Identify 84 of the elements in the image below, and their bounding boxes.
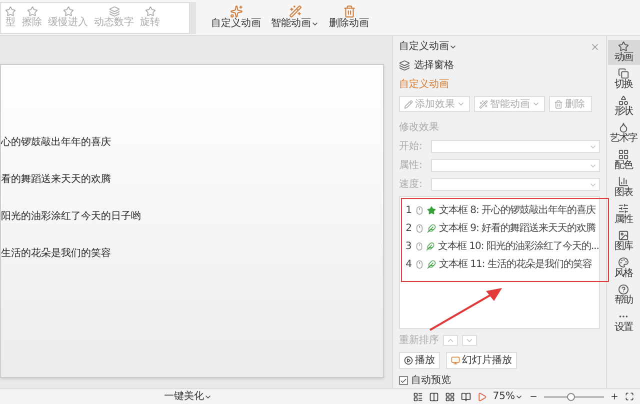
field-label: 开始:: [399, 140, 424, 154]
tab-icon: [618, 149, 629, 160]
sorter-view-icon[interactable]: [444, 392, 455, 402]
slider-thumb[interactable]: [567, 392, 575, 400]
tab-icon: [618, 284, 629, 295]
field-label: 属性:: [399, 158, 424, 173]
mouse-icon: [414, 242, 424, 251]
mouse-icon: [415, 206, 424, 215]
feather-icon: [427, 260, 436, 269]
effect-number: 3: [404, 240, 412, 254]
ribbon-button[interactable]: 自定义动画: [206, 5, 266, 30]
dropdown-field[interactable]: [431, 159, 600, 172]
tab-icon: [618, 41, 629, 52]
close-icon[interactable]: [590, 42, 600, 52]
ribbon-button[interactable]: 智能动画: [266, 5, 324, 30]
autopreview-checkbox[interactable]: 自动预览: [399, 373, 451, 388]
sidebar-tab[interactable]: 形状: [608, 94, 640, 119]
dropdown-field[interactable]: [431, 178, 600, 191]
slideshow-button[interactable]: 幻灯片播放: [446, 352, 517, 369]
sidebar-tab[interactable]: 风格: [608, 256, 640, 281]
slide-text[interactable]: 阳光的油彩涂红了今天的日子哟: [1, 209, 383, 224]
play-icon[interactable]: [476, 392, 487, 402]
tab-icon: [618, 95, 629, 106]
sidebar-tab[interactable]: 帮助: [608, 283, 640, 308]
reading-view-icon[interactable]: [460, 392, 471, 402]
play-button[interactable]: 播放: [399, 352, 440, 369]
tab-icon: [618, 176, 629, 187]
sidebar-tab[interactable]: 切换: [608, 67, 640, 92]
slide-text[interactable]: 生活的花朵是我们的笑容: [1, 246, 383, 261]
sidebar-tab[interactable]: 配色: [608, 148, 640, 173]
check-icon: [400, 376, 407, 384]
effect-label: 文本框 9: 好看的舞蹈送来天天的欢腾: [439, 222, 596, 236]
caret-icon: [311, 20, 319, 28]
sidebar-tab[interactable]: 设置: [608, 310, 640, 335]
gallery-scroll-handle[interactable]: [190, 2, 196, 34]
dropdown-field[interactable]: [431, 140, 600, 153]
effect-number: 2: [404, 222, 412, 236]
screen-icon: [451, 356, 460, 365]
sidebar-tab[interactable]: 动画: [608, 40, 640, 65]
reorder-label: 重新排序: [399, 334, 439, 348]
sidebar-tab[interactable]: 艺术字: [608, 121, 640, 146]
ribbon-button[interactable]: 删除动画: [324, 5, 374, 30]
effect-label: 文本框 8: 开心的锣鼓敲出年年的喜庆: [439, 204, 596, 218]
effect-label: 文本框 10: 阳光的油彩涂红了今天的...: [438, 240, 599, 254]
slide-text[interactable]: 心的锣鼓敲出年年的喜庆: [1, 135, 383, 150]
zoom-level[interactable]: 75%: [492, 390, 523, 402]
select-pane-button[interactable]: 选择窗格: [399, 58, 454, 73]
sidebar-tab[interactable]: 图库: [608, 229, 640, 254]
sidebar-tab[interactable]: 图表: [608, 175, 640, 200]
beautify-button[interactable]: 一键美化: [164, 390, 212, 402]
tab-icon: [618, 203, 629, 214]
effect-item[interactable]: 3 文本框 10: 阳光的油彩涂红了今天的...: [404, 239, 599, 254]
feather-icon: [427, 224, 436, 233]
play-icon: [404, 356, 413, 365]
normal-view-icon[interactable]: [428, 392, 439, 402]
effect-item[interactable]: 4 文本框 11: 生活的花朵是我们的笑容: [404, 257, 599, 272]
field-label: 速度:: [399, 178, 424, 192]
effect-item[interactable]: 2 文本框 9: 好看的舞蹈送来天天的欢腾: [404, 221, 599, 236]
effect-label: 文本框 11: 生活的花朵是我们的笑容: [439, 258, 592, 272]
feather-icon: [426, 242, 435, 251]
zoom-in-icon[interactable]: [610, 392, 619, 401]
caret-icon: [457, 100, 465, 108]
tool-icon: [554, 100, 563, 108]
mouse-icon: [415, 224, 424, 233]
effect-number: 4: [404, 258, 412, 272]
layers-icon: [399, 60, 410, 71]
modify-heading: 修改效果: [399, 121, 439, 135]
sidebar-tab[interactable]: 属性: [608, 202, 640, 227]
notes-icon[interactable]: [412, 392, 423, 402]
tab-icon: [618, 122, 629, 133]
tool-icon: [404, 100, 413, 108]
fit-icon[interactable]: [625, 392, 634, 401]
tab-icon: [618, 230, 629, 241]
effect-item[interactable]: 1 文本框 8: 开心的锣鼓敲出年年的喜庆: [404, 203, 599, 218]
caret-icon: [532, 100, 540, 108]
mouse-icon: [415, 260, 424, 269]
slide-text[interactable]: 看的舞蹈送来天天的欢腾: [1, 172, 383, 187]
tab-icon: [618, 68, 629, 79]
zoom-slider[interactable]: [544, 392, 604, 400]
tool-icon: [479, 100, 488, 108]
tab-icon: [618, 257, 629, 268]
effect-number: 1: [404, 204, 412, 218]
panel-title[interactable]: 自定义动画: [399, 39, 457, 54]
section-title: 自定义动画: [399, 78, 449, 92]
